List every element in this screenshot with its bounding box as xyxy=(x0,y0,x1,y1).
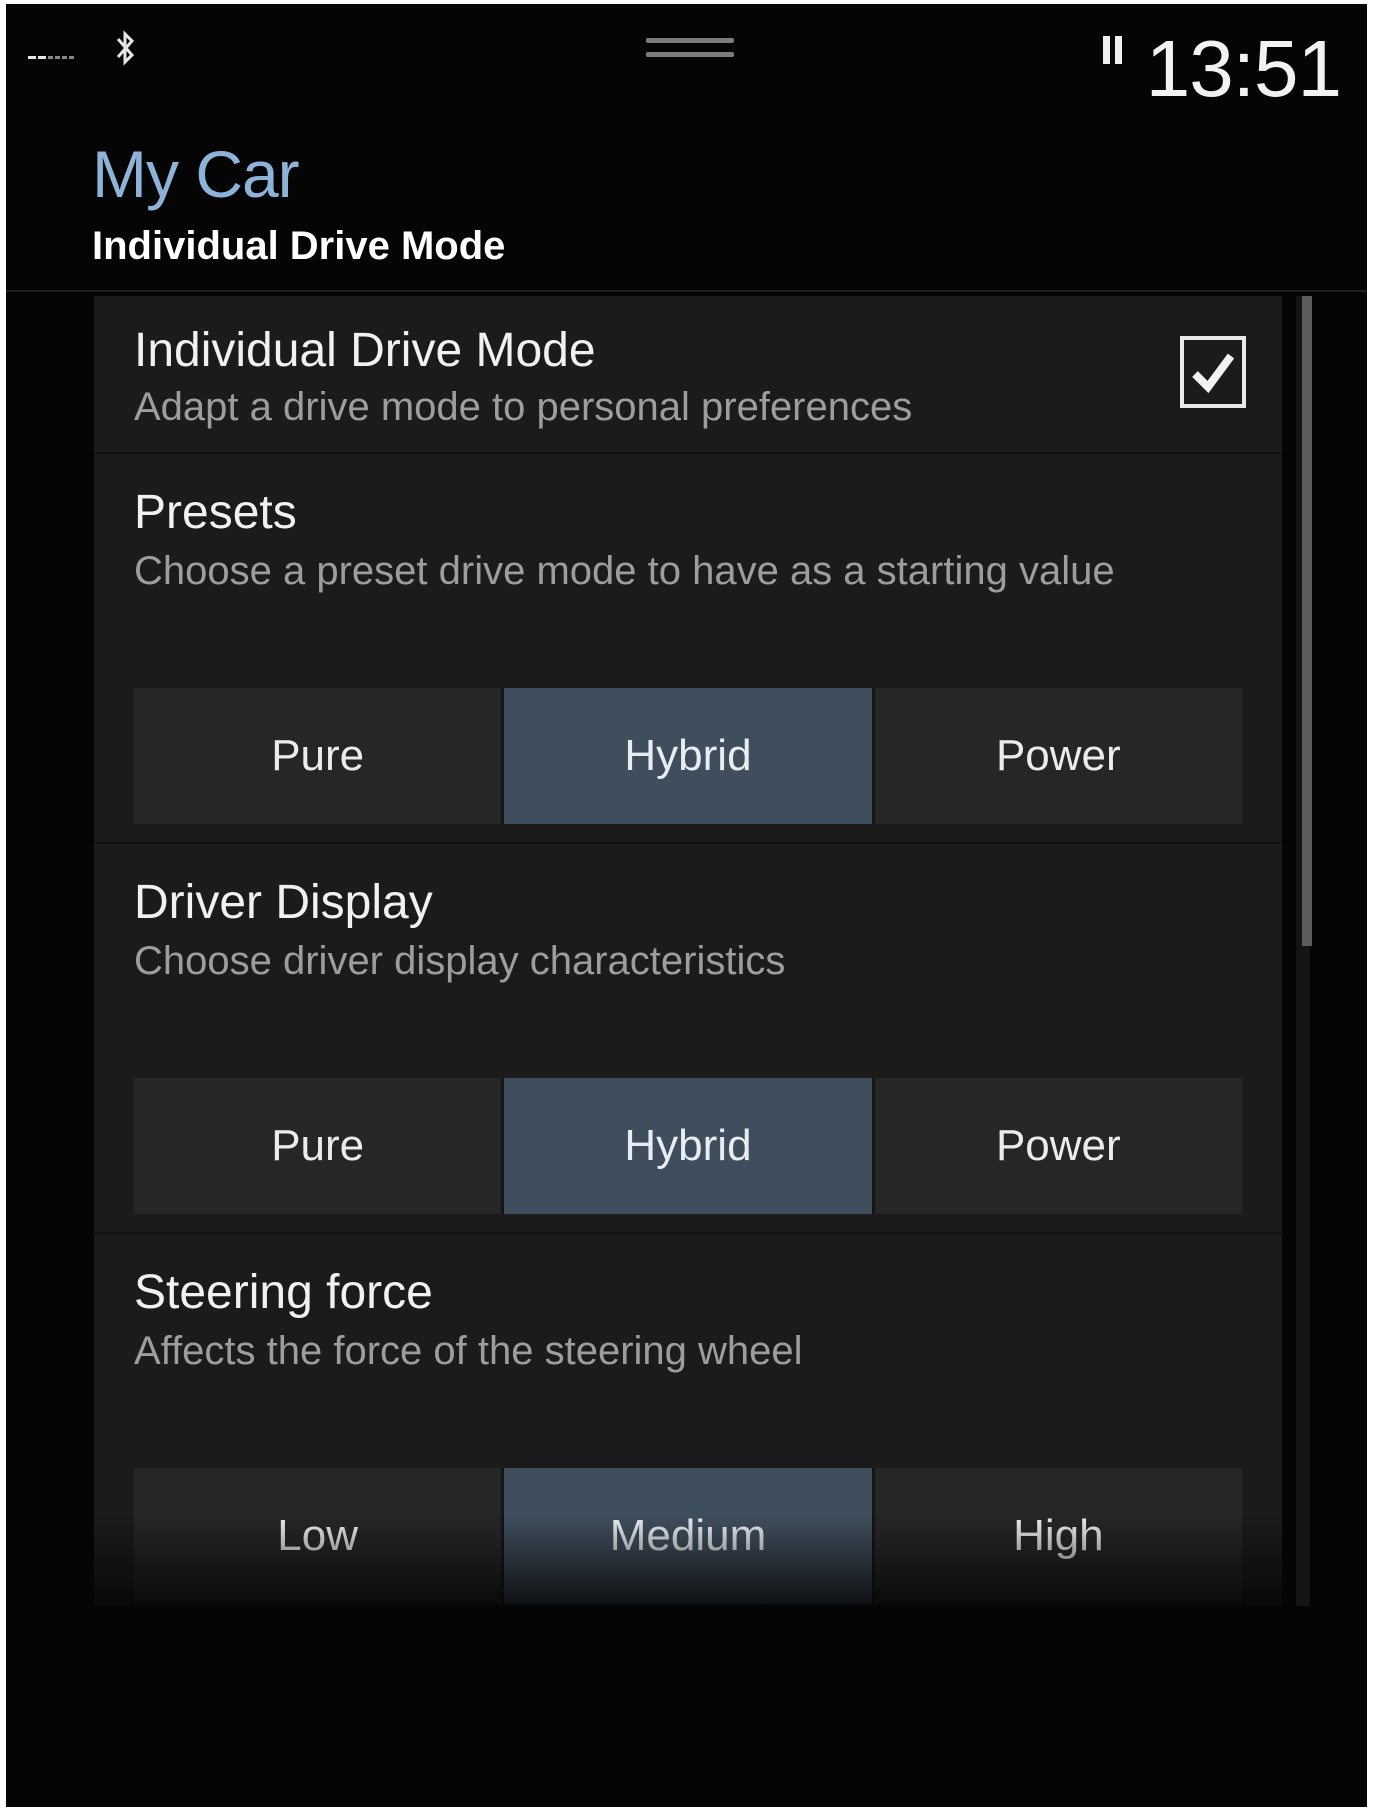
driver-display-title: Driver Display xyxy=(134,876,433,929)
status-bar: 13:51 xyxy=(6,4,1367,114)
handle-icon[interactable] xyxy=(646,38,734,64)
presets-description: Choose a preset drive mode to have as a … xyxy=(134,549,1115,593)
app-title: My Car xyxy=(92,137,300,211)
presets-title: Presets xyxy=(134,486,297,539)
steering-force-segmented-control: Low Medium High xyxy=(134,1468,1242,1604)
toggle-row[interactable]: Individual Drive Mode Adapt a drive mode… xyxy=(94,296,1282,452)
presets-segmented-control: Pure Hybrid Power xyxy=(134,688,1242,824)
signal-icon xyxy=(28,56,74,59)
bluetooth-icon xyxy=(116,30,135,66)
page-title: Individual Drive Mode xyxy=(92,224,506,268)
driver-display-description: Choose driver display characteristics xyxy=(134,939,786,983)
steering-force-description: Affects the force of the steering wheel xyxy=(134,1329,803,1373)
clock: 13:51 xyxy=(1145,24,1342,113)
settings-panel: Individual Drive Mode Adapt a drive mode… xyxy=(94,296,1282,1606)
presets-option-power[interactable]: Power xyxy=(874,688,1242,824)
header-divider xyxy=(6,290,1367,292)
steering-force-option-low[interactable]: Low xyxy=(134,1468,505,1604)
screen: 13:51 My Car Individual Drive Mode Indiv… xyxy=(6,4,1367,1807)
presets-section: Presets Choose a preset drive mode to ha… xyxy=(94,452,1282,844)
driver-display-section: Driver Display Choose driver display cha… xyxy=(94,842,1282,1234)
scrollbar-thumb[interactable] xyxy=(1302,296,1312,946)
steering-force-title: Steering force xyxy=(134,1266,433,1319)
driver-display-segmented-control: Pure Hybrid Power xyxy=(134,1078,1242,1214)
individual-drive-mode-checkbox[interactable] xyxy=(1180,336,1246,408)
driver-display-option-power[interactable]: Power xyxy=(874,1078,1242,1214)
steering-force-section: Steering force Affects the force of the … xyxy=(94,1232,1282,1606)
driver-display-option-pure[interactable]: Pure xyxy=(134,1078,505,1214)
presets-option-pure[interactable]: Pure xyxy=(134,688,505,824)
steering-force-option-medium[interactable]: Medium xyxy=(504,1468,875,1604)
toggle-title: Individual Drive Mode xyxy=(134,324,596,377)
checkmark-icon xyxy=(1192,353,1235,394)
steering-force-option-high[interactable]: High xyxy=(874,1468,1242,1604)
presets-option-hybrid[interactable]: Hybrid xyxy=(504,688,875,824)
driver-display-option-hybrid[interactable]: Hybrid xyxy=(504,1078,875,1214)
toggle-description: Adapt a drive mode to personal preferenc… xyxy=(134,385,913,429)
pause-icon[interactable] xyxy=(1103,36,1125,64)
